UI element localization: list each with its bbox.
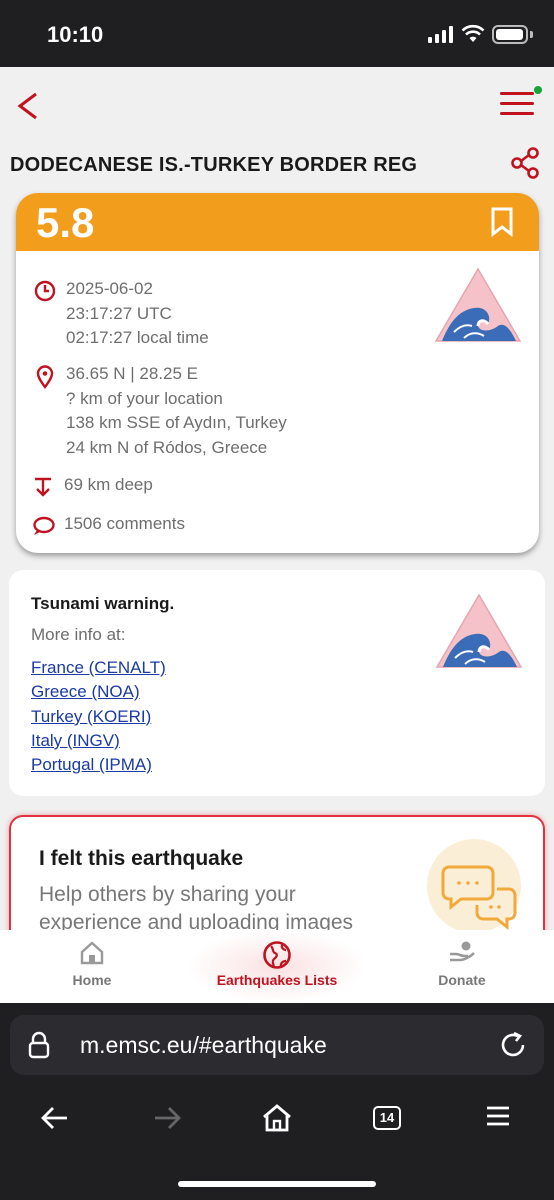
link-greece-noa[interactable]: Greece (NOA) [31, 680, 166, 704]
signal-icon [428, 26, 453, 43]
link-turkey-koeri[interactable]: Turkey (KOERI) [31, 705, 166, 729]
nav-lists-label: Earthquakes Lists [216, 972, 338, 988]
magnitude-header: 5.8 [16, 193, 539, 251]
link-france-cenalt[interactable]: France (CENALT) [31, 656, 166, 680]
date-text: 2025-06-02 [66, 279, 153, 298]
share-icon[interactable] [510, 147, 540, 179]
page-title: DODECANESE IS.-TURKEY BORDER REG [10, 154, 418, 176]
browser-menu-icon[interactable] [485, 1103, 511, 1129]
coordinates-text: 36.65 N | 28.25 E [66, 364, 199, 383]
depth-text: 69 km deep [64, 475, 153, 494]
comment-icon [33, 516, 55, 535]
nav-home[interactable]: Home [40, 930, 144, 1003]
tsunami-title: Tsunami warning. [31, 594, 175, 613]
comments-text: 1506 comments [64, 514, 185, 533]
chat-bubbles-icon [427, 839, 521, 933]
battery-icon [492, 25, 528, 44]
distance-city-2: 24 km N of Ródos, Greece [66, 437, 268, 457]
reload-icon[interactable] [498, 1030, 528, 1060]
local-time-text: 02:17:27 local time [66, 328, 209, 347]
distance-you-text: ? km of your location [66, 388, 223, 408]
felt-title: I felt this earthquake [39, 847, 244, 870]
browser-toolbar: m.emsc.eu/#earthquake 14 [0, 1003, 554, 1200]
clock-icon [34, 280, 56, 302]
tabs-icon[interactable]: 14 [373, 1106, 401, 1130]
bottom-nav: Home Earthquakes Lists Donate [0, 930, 554, 1003]
tsunami-logo-icon [435, 593, 523, 668]
tsunami-card: Tsunami warning. More info at: France (C… [9, 570, 545, 796]
address-bar[interactable]: m.emsc.eu/#earthquake [10, 1015, 544, 1075]
arrow-forward-icon[interactable] [152, 1103, 182, 1133]
tsunami-links: France (CENALT) Greece (NOA) Turkey (KOE… [31, 656, 166, 777]
browser-home-icon[interactable] [261, 1103, 293, 1133]
menu-icon[interactable] [500, 86, 542, 118]
bookmark-icon[interactable] [490, 207, 514, 237]
link-italy-ingv[interactable]: Italy (INGV) [31, 729, 166, 753]
url-text: m.emsc.eu/#earthquake [80, 1032, 327, 1058]
home-indicator [178, 1181, 376, 1187]
earthquake-card: 5.8 2025-06-02 23:17:27 UTC 02:17:27 loc… [16, 193, 539, 553]
status-bar: 10:10 [0, 0, 554, 67]
status-time: 10:10 [47, 22, 104, 47]
arrow-back-icon[interactable] [40, 1103, 70, 1133]
notification-dot [534, 86, 542, 94]
wifi-icon [461, 24, 485, 42]
lock-icon [28, 1031, 50, 1059]
nav-home-label: Home [72, 972, 112, 988]
link-portugal-ipma[interactable]: Portugal (IPMA) [31, 753, 166, 777]
globe-icon [263, 941, 291, 969]
battery-tip [530, 31, 533, 38]
back-icon[interactable] [16, 88, 46, 128]
donate-icon [450, 941, 475, 962]
felt-subtitle: Help others by sharing your experience a… [39, 883, 354, 934]
nav-earthquakes-lists[interactable]: Earthquakes Lists [185, 930, 369, 1003]
magnitude-value: 5.8 [36, 199, 95, 246]
tsunami-logo-icon [434, 267, 522, 342]
home-icon [80, 941, 104, 965]
depth-icon [35, 477, 51, 497]
more-info-label: More info at: [31, 625, 126, 644]
nav-donate[interactable]: Donate [410, 930, 514, 1003]
location-pin-icon [36, 365, 54, 389]
distance-city-1: 138 km SSE of Aydın, Turkey [66, 413, 287, 432]
nav-donate-label: Donate [438, 972, 486, 988]
utc-time-text: 23:17:27 UTC [66, 303, 172, 323]
